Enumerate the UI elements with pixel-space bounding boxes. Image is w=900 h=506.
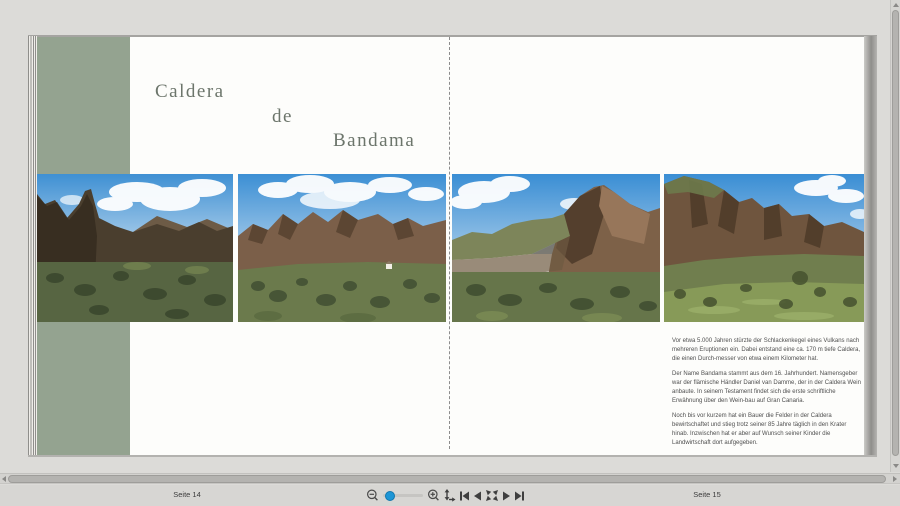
- book-spread: Caldera de Bandama: [28, 35, 877, 457]
- right-page-number: Seite 15: [662, 490, 752, 499]
- next-page-button[interactable]: [502, 490, 511, 502]
- fit-spread-button[interactable]: [485, 489, 499, 502]
- page-stack-right: [864, 36, 877, 455]
- page-title-line-1: Caldera: [155, 81, 225, 103]
- story-text-block: Vor etwa 5.000 Jahren stürzte der Schlac…: [672, 337, 864, 454]
- photo-panorama-1: [37, 174, 233, 322]
- previous-page-button[interactable]: [473, 490, 482, 502]
- zoom-out-icon: [366, 489, 379, 502]
- first-page-icon: [459, 490, 470, 502]
- status-bar: Seite 14 Seite 15: [0, 485, 900, 506]
- photo-4-image: [664, 174, 864, 322]
- zoom-slider-handle[interactable]: [385, 491, 395, 501]
- last-page-icon: [514, 490, 525, 502]
- page-title-line-3: Bandama: [333, 130, 415, 152]
- left-page-number: Seite 14: [142, 490, 232, 499]
- next-page-icon: [502, 490, 511, 502]
- scroll-left-arrow-icon[interactable]: [2, 476, 6, 482]
- photo-panorama-3: [452, 174, 660, 322]
- open-pages: Caldera de Bandama: [37, 37, 864, 455]
- zoom-slider-track[interactable]: [383, 494, 423, 497]
- horizontal-scrollbar[interactable]: [0, 473, 900, 484]
- photo-panorama-4: [664, 174, 864, 322]
- fit-page-icon: [443, 489, 456, 502]
- photo-2-image: [238, 174, 446, 322]
- story-paragraph-1: Vor etwa 5.000 Jahren stürzte der Schlac…: [672, 337, 864, 364]
- book-bottom-edge: [28, 455, 877, 457]
- fit-page-button[interactable]: [443, 489, 456, 502]
- photo-1-image: [37, 174, 233, 322]
- zoom-in-icon: [427, 489, 440, 502]
- photo-panorama-2: [238, 174, 446, 322]
- vertical-scrollbar[interactable]: [890, 0, 900, 472]
- scroll-up-arrow-icon[interactable]: [893, 3, 899, 7]
- scroll-down-arrow-icon[interactable]: [893, 464, 899, 468]
- photo-3-image: [452, 174, 660, 322]
- vertical-scrollbar-thumb[interactable]: [892, 10, 899, 456]
- last-page-button[interactable]: [514, 490, 525, 502]
- previous-page-icon: [473, 490, 482, 502]
- panorama-photo-strip: [37, 174, 864, 322]
- scroll-right-arrow-icon[interactable]: [893, 476, 897, 482]
- fit-spread-icon: [485, 489, 499, 502]
- zoom-out-button[interactable]: [366, 489, 379, 502]
- page-stack-left: [28, 36, 37, 455]
- horizontal-scrollbar-thumb[interactable]: [8, 475, 886, 483]
- story-paragraph-3: Noch bis vor kurzem hat ein Bauer die Fe…: [672, 412, 864, 448]
- first-page-button[interactable]: [459, 490, 470, 502]
- viewer-controls: [366, 488, 525, 503]
- story-paragraph-2: Der Name Bandama stammt aus dem 16. Jahr…: [672, 370, 864, 406]
- zoom-in-button[interactable]: [427, 489, 440, 502]
- page-title-line-2: de: [272, 106, 293, 128]
